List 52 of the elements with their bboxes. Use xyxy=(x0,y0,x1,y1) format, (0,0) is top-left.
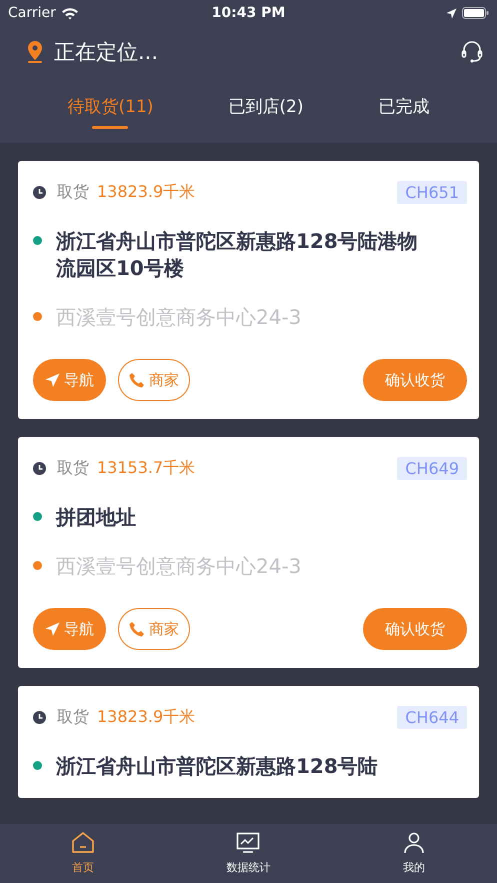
store-address: 西溪壹号创意商务中心24-3 xyxy=(56,304,302,331)
delivery-address: 浙江省舟山市普陀区新惠路128号陆 xyxy=(56,753,379,780)
merchant-button[interactable]: 商家 xyxy=(118,359,190,401)
distance-text: 13823.9千米 xyxy=(97,707,196,728)
bottom-nav-item[interactable]: 我的 xyxy=(369,824,460,883)
home-icon xyxy=(70,832,95,854)
tab[interactable]: 已完成 xyxy=(374,78,434,134)
delivery-address: 浙江省舟山市普陀区新惠路128号陆港物流园区10号楼 xyxy=(56,228,419,282)
location-title: 正在定位... xyxy=(54,39,158,66)
status-dot xyxy=(33,761,42,770)
status-time: 10:43 PM xyxy=(212,5,286,21)
tab[interactable]: 待取货(11) xyxy=(64,78,158,134)
status-dot xyxy=(33,561,42,570)
confirm-button[interactable]: 确认收货 xyxy=(363,608,467,650)
clock-icon xyxy=(33,186,46,199)
phone-icon xyxy=(129,621,145,637)
navigate-button[interactable]: 导航 xyxy=(33,608,106,650)
status-dot xyxy=(33,512,42,521)
order-code-tag: CH651 xyxy=(397,181,467,204)
navigation-arrow-icon xyxy=(45,372,60,388)
order-card[interactable]: 取货 13823.9千米 CH644 浙江省舟山市普陀区新惠路128号陆 xyxy=(18,686,479,798)
person-icon xyxy=(403,832,426,854)
store-address: 西溪壹号创意商务中心24-3 xyxy=(56,553,302,580)
clock-icon xyxy=(33,711,46,724)
headset-icon[interactable] xyxy=(461,40,483,64)
tab[interactable]: 已到店(2) xyxy=(224,78,308,134)
chart-monitor-icon xyxy=(236,832,260,854)
delivery-address: 拼团地址 xyxy=(56,504,137,531)
order-code-tag: CH644 xyxy=(397,706,467,729)
confirm-button[interactable]: 确认收货 xyxy=(363,359,467,401)
navigate-button[interactable]: 导航 xyxy=(33,359,106,401)
order-code-tag: CH649 xyxy=(397,457,467,480)
navigation-arrow-icon xyxy=(45,622,60,636)
bottom-nav-item[interactable]: 数据统计 xyxy=(203,824,294,883)
pickup-label: 取货 xyxy=(57,458,89,479)
status-dot xyxy=(33,312,42,321)
carrier-name: Carrier xyxy=(8,5,56,21)
status-dot xyxy=(33,236,42,245)
location-arrow-icon xyxy=(446,8,457,18)
bottom-nav-item[interactable]: 首页 xyxy=(38,824,128,883)
clock-icon xyxy=(33,462,46,475)
order-card[interactable]: 取货 13153.7千米 CH649 拼团地址 西溪壹号创意商务中心24-3 导航 商家 确认收货 xyxy=(18,437,479,668)
phone-icon xyxy=(129,372,145,388)
location-pin-icon xyxy=(26,40,44,64)
pickup-label: 取货 xyxy=(57,707,89,728)
order-card[interactable]: 取货 13823.9千米 CH651 浙江省舟山市普陀区新惠路128号陆港物流园区10号楼 西溪壹号创意商务中心24-3 导航 商家 确认收货 xyxy=(18,161,479,419)
distance-text: 13153.7千米 xyxy=(97,458,196,479)
battery-icon xyxy=(462,7,489,19)
wifi-icon xyxy=(60,6,79,20)
pickup-label: 取货 xyxy=(57,182,89,203)
distance-text: 13823.9千米 xyxy=(97,182,196,203)
merchant-button[interactable]: 商家 xyxy=(118,608,190,650)
